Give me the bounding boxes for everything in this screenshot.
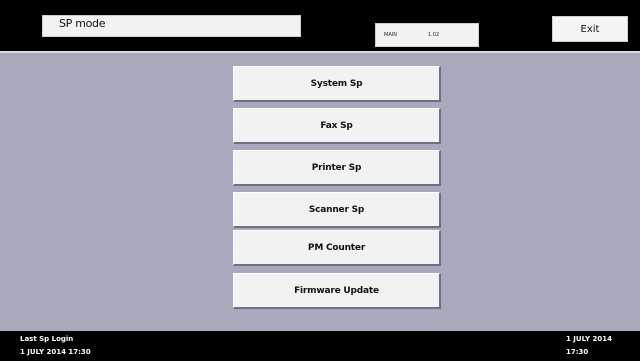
version-value: 1.02 xyxy=(428,32,440,38)
header-divider xyxy=(0,51,640,53)
current-time: 17:30 xyxy=(566,348,589,356)
last-login-label: Last Sp Login xyxy=(20,335,74,343)
last-login-datetime: 1 JULY 2014 17:30 xyxy=(20,348,91,356)
mode-title: SP mode xyxy=(59,17,106,30)
fax-sp-button[interactable]: Fax Sp xyxy=(233,108,441,144)
exit-button[interactable]: Exit xyxy=(552,16,628,42)
printer-sp-button[interactable]: Printer Sp xyxy=(233,150,441,186)
firmware-update-button[interactable]: Firmware Update xyxy=(233,273,441,309)
version-box: MAIN 1.02 xyxy=(375,23,479,47)
system-sp-button[interactable]: System Sp xyxy=(233,66,441,102)
current-date: 1 JULY 2014 xyxy=(566,335,612,343)
status-bar: Last Sp Login 1 JULY 2014 17:30 1 JULY 2… xyxy=(0,331,640,361)
scanner-sp-button[interactable]: Scanner Sp xyxy=(233,192,441,228)
mode-title-box: SP mode xyxy=(42,15,301,37)
version-label: MAIN xyxy=(384,32,397,38)
top-bar: SP mode MAIN 1.02 Exit xyxy=(0,0,640,51)
pm-counter-button[interactable]: PM Counter xyxy=(233,230,441,266)
